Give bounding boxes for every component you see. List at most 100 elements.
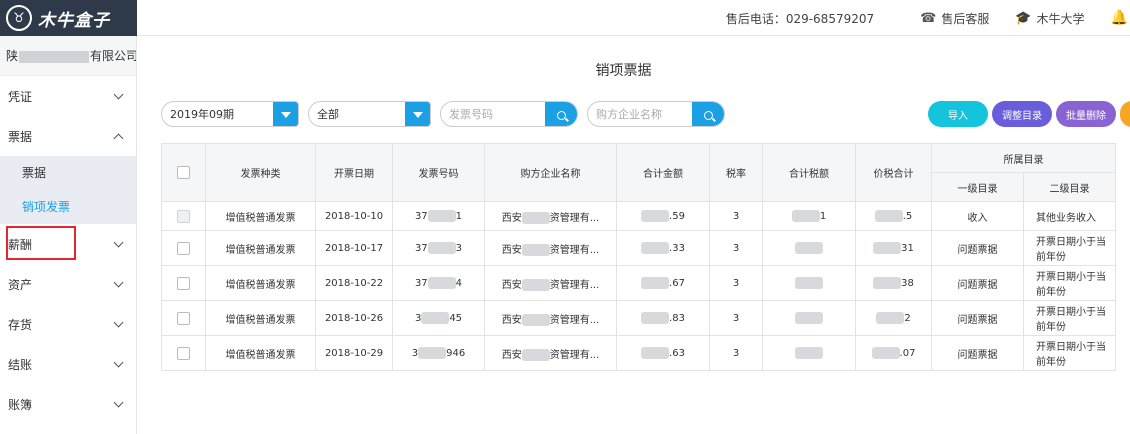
university-label: 木牛大学 (1036, 11, 1085, 26)
redacted-text (876, 312, 905, 324)
cell-date: 2018-10-10 (315, 201, 393, 231)
brand-logo[interactable]: ♉ 木牛盒子 (0, 0, 137, 36)
highlight-annotation-box (6, 226, 76, 260)
row-checkbox[interactable] (177, 276, 190, 290)
sidebar-item-assets[interactable]: 资产 (0, 264, 136, 304)
cell-number: 37 4 (392, 265, 485, 301)
cell-buyer: 西安 资管理有... (484, 265, 617, 301)
redacted-text (873, 242, 902, 254)
redacted-text (795, 347, 823, 359)
sidebar-item-inventory[interactable]: 存货 (0, 304, 136, 344)
col-header-date: 开票日期 (315, 143, 393, 202)
cell-level1: 问题票据 (931, 265, 1024, 301)
cell-buyer-prefix: 西安 (501, 212, 522, 224)
after-sales-service-link[interactable]: ☎ 售后客服 (920, 10, 989, 27)
redacted-text (418, 347, 447, 359)
adjust-category-button[interactable]: 调整目录 (992, 101, 1052, 127)
period-dropdown-button[interactable] (273, 102, 298, 126)
sidebar-subitem-bills[interactable]: 票据 (0, 156, 136, 190)
table-row[interactable]: 增值税普通发票 2018-10-26 3 45 西安 资管理有... .83 3 2… (161, 300, 1116, 336)
type-dropdown-button[interactable] (405, 102, 430, 126)
sidebar-item-ledger[interactable]: 账簿 (0, 384, 136, 424)
table-row[interactable]: 增值税普通发票 2018-10-29 3 946 西安 资管理有... .63 3 … (161, 335, 1116, 371)
invoice-number-search[interactable]: 发票号码 (440, 101, 578, 127)
row-checkbox-cell (161, 335, 206, 371)
cell-total: .5 (855, 201, 932, 231)
period-select-value: 2019年09期 (170, 108, 234, 121)
cell-buyer: 西安 资管理有... (484, 201, 617, 231)
bell-icon[interactable]: 🔔 (1111, 10, 1128, 26)
row-checkbox-cell (161, 230, 206, 266)
redacted-text (795, 242, 823, 254)
col-header-total: 价税合计 (855, 143, 932, 202)
cell-date: 2018-10-22 (315, 265, 393, 301)
col-header-amount: 合计金额 (616, 143, 710, 202)
row-checkbox[interactable] (177, 311, 190, 325)
chevron-down-icon (113, 397, 124, 407)
cell-type: 增值税普通发票 (205, 265, 316, 301)
batch-delete-button[interactable]: 批量删除 (1056, 101, 1116, 127)
redacted-text (521, 211, 550, 224)
sidebar-item-label: 结账 (8, 357, 33, 372)
table-row[interactable]: 增值税普通发票 2018-10-17 37 3 西安 资管理有... .33 3 3… (161, 230, 1116, 266)
chevron-down-icon (113, 317, 124, 327)
table-row[interactable]: 增值税普通发票 2018-10-10 37 1 西安 资管理有... .59 3 1… (161, 201, 1116, 231)
support-phone: 售后电话：029-68579207 (725, 11, 875, 26)
redacted-text (795, 312, 823, 324)
sidebar-item-closing[interactable]: 结账 (0, 344, 136, 384)
cell-number-prefix: 37 (414, 211, 428, 222)
cell-buyer: 西安 资管理有... (484, 335, 617, 371)
cell-number: 37 1 (392, 201, 485, 231)
row-checkbox[interactable] (177, 209, 190, 223)
redacted-text (871, 347, 900, 359)
sidebar-item-bills[interactable]: 票据 (0, 116, 136, 156)
redacted-text (795, 277, 823, 289)
sidebar-item-label: 凭证 (8, 89, 33, 104)
row-checkbox-cell (161, 300, 206, 336)
sidebar-subitem-sales-invoice[interactable]: 销项发票 (0, 190, 136, 224)
cell-total: 38 (855, 265, 932, 301)
row-checkbox[interactable] (177, 346, 190, 360)
caret-down-icon (412, 112, 423, 118)
import-button[interactable]: 导入 (928, 101, 988, 127)
select-all-checkbox[interactable] (177, 166, 190, 179)
type-select[interactable]: 全部 (308, 101, 431, 127)
cell-buyer-prefix: 西安 (501, 244, 522, 256)
redacted-text (791, 210, 820, 222)
redacted-text (427, 277, 456, 289)
chevron-down-icon (113, 277, 124, 287)
invoice-number-search-button[interactable] (545, 102, 577, 126)
cell-amount: .33 (616, 230, 710, 266)
buyer-name-search-button[interactable] (692, 102, 724, 126)
sidebar-item-voucher[interactable]: 凭证 (0, 76, 136, 116)
buyer-name-search[interactable]: 购方企业名称 (587, 101, 725, 127)
cell-amount-value: .33 (669, 243, 685, 254)
cell-number-suffix: 4 (455, 278, 463, 289)
bills-submenu: 票据 销项发票 (0, 156, 136, 224)
redacted-text (521, 243, 550, 256)
cell-number-suffix: 946 (446, 348, 466, 359)
cell-level2: 其他业务收入 (1023, 201, 1116, 231)
cell-level1: 收入 (931, 201, 1024, 231)
cell-buyer-suffix: 资管理有... (549, 349, 600, 361)
redacted-text (427, 210, 456, 222)
cell-amount: .67 (616, 265, 710, 301)
row-checkbox[interactable] (177, 241, 190, 255)
table-row[interactable]: 增值税普通发票 2018-10-22 37 4 西安 资管理有... .67 3 3… (161, 265, 1116, 301)
cell-level2: 开票日期小于当前年份 (1023, 335, 1116, 371)
more-button[interactable] (1120, 101, 1130, 127)
period-select[interactable]: 2019年09期 (161, 101, 299, 127)
brand-name: 木牛盒子 (38, 10, 110, 31)
redacted-text (521, 348, 550, 361)
cell-rate: 3 (709, 300, 763, 336)
cell-number-prefix: 37 (414, 243, 428, 254)
cell-level1: 问题票据 (931, 230, 1024, 266)
cell-amount-value: .83 (669, 313, 685, 324)
cell-rate: 3 (709, 230, 763, 266)
university-link[interactable]: 🎓 木牛大学 (1015, 10, 1084, 27)
col-header-category: 所属目录 (931, 143, 1116, 173)
search-icon (556, 110, 566, 120)
cell-tax-value: 1 (819, 211, 827, 222)
cell-tax (762, 230, 856, 266)
company-name[interactable]: 陕 有限公司 (0, 36, 136, 76)
